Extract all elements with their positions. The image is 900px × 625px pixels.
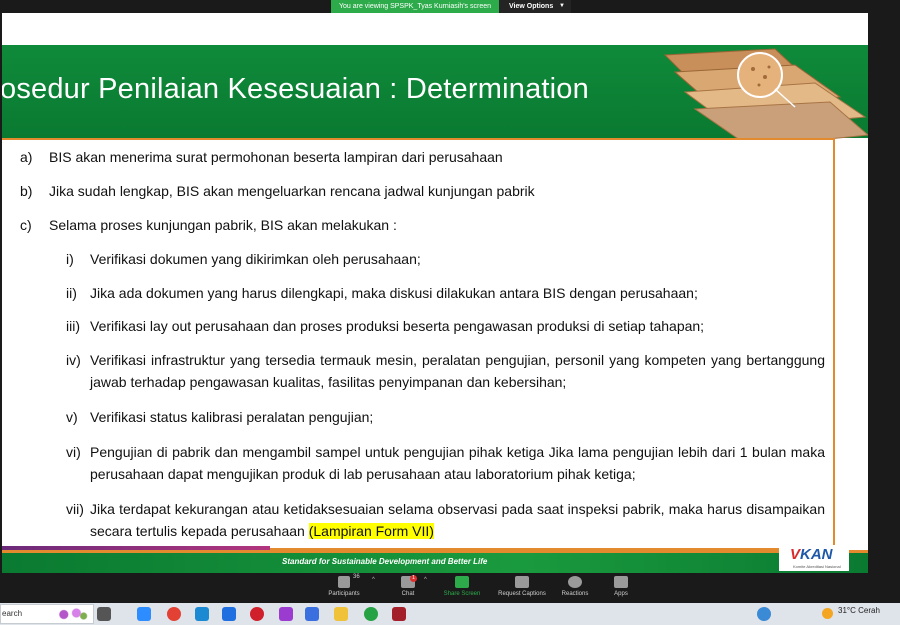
- apps-label: Apps: [614, 591, 628, 597]
- zoom-app-icon[interactable]: [137, 607, 151, 621]
- reactions-icon: [568, 576, 582, 588]
- chevron-down-icon: ▼: [559, 3, 565, 9]
- sub-list-text: Verifikasi dokumen yang dikirimkan oleh …: [90, 251, 421, 267]
- sub-list-marker: iv): [66, 352, 81, 368]
- highlighted-reference: (Lampiran Form VII): [308, 523, 434, 539]
- sub-list-text: Jika ada dokumen yang harus dilengkapi, …: [90, 285, 698, 301]
- participants-icon: [338, 576, 350, 588]
- sub-list-text: Jika terdapat kekurangan atau ketidakses…: [90, 498, 825, 542]
- chat-unread-badge: 1: [410, 575, 417, 582]
- taskbar-search[interactable]: earch: [0, 604, 94, 624]
- sub-list-text: Pengujian di pabrik dan mengambil sampel…: [90, 444, 825, 482]
- kan-logo-mark: V: [790, 546, 801, 563]
- screen-edge-left: [0, 13, 2, 573]
- apps-icon: [614, 576, 628, 588]
- sub-list-marker: iii): [66, 318, 80, 334]
- media-icon[interactable]: [305, 607, 319, 621]
- share-screen-icon: [455, 576, 469, 588]
- plywood-illustration: [655, 47, 868, 147]
- search-text: earch: [2, 609, 23, 618]
- apps-button[interactable]: Apps: [606, 573, 636, 603]
- view-options-label: View Options: [509, 3, 554, 10]
- viewing-screen-banner: You are viewing SPSPK_Tyas Kurniasih's s…: [331, 0, 499, 13]
- footer-slogan: Standard for Sustainable Development and…: [282, 557, 488, 566]
- chrome-icon[interactable]: [167, 607, 181, 621]
- app-red-icon[interactable]: [392, 607, 406, 621]
- reactions-button[interactable]: Reactions: [558, 573, 592, 603]
- share-screen-label: Share Screen: [443, 591, 481, 597]
- slide-title: osedur Penilaian Kesesuaian : Determinat…: [0, 73, 589, 105]
- list-marker: b): [20, 183, 33, 199]
- sub-list-marker: v): [66, 409, 78, 425]
- list-text: Jika sudah lengkap, BIS akan mengeluarka…: [49, 183, 535, 199]
- kan-logo-text: VKAN: [790, 546, 833, 563]
- list-marker: a): [20, 149, 33, 165]
- sub-list-text: Verifikasi infrastruktur yang tersedia t…: [90, 352, 825, 390]
- weather-icon: [822, 608, 833, 619]
- chat-menu-caret[interactable]: ^: [424, 577, 427, 583]
- sub-list-text-main: Jika terdapat kekurangan atau ketidakses…: [90, 501, 825, 539]
- participants-label: Participants: [328, 591, 360, 597]
- sub-list-marker: vii): [66, 501, 84, 517]
- list-text: Selama proses kunjungan pabrik, BIS akan…: [49, 217, 397, 233]
- sub-list-marker: vi): [66, 444, 81, 460]
- sub-list-text: Verifikasi lay out perusahaan dan proses…: [90, 318, 705, 334]
- view-options-button[interactable]: View Options ▼: [499, 0, 571, 13]
- search-highlight-image: [53, 607, 89, 622]
- app-icon[interactable]: [279, 607, 293, 621]
- captions-icon: [515, 576, 529, 588]
- sub-list-marker: ii): [66, 285, 77, 301]
- file-explorer-icon[interactable]: [334, 607, 348, 621]
- vscode-icon[interactable]: [195, 607, 209, 621]
- request-captions-label: Request Captions: [498, 591, 546, 597]
- help-icon[interactable]: [757, 607, 771, 621]
- slide-footer: Standard for Sustainable Development and…: [0, 553, 868, 573]
- kan-logo-subtitle: Komite Akreditasi Nasional: [793, 564, 841, 569]
- share-screen-button[interactable]: Share Screen: [440, 573, 484, 603]
- task-view-icon[interactable]: [97, 607, 111, 621]
- weather-text[interactable]: 31°C Cerah: [838, 606, 880, 615]
- windows-taskbar: earch 31°C Cerah: [0, 603, 900, 625]
- zoom-top-bar: You are viewing SPSPK_Tyas Kurniasih's s…: [0, 0, 900, 13]
- participants-button[interactable]: 36 Participants: [322, 573, 366, 603]
- participants-count: 36: [353, 574, 360, 580]
- chat-button[interactable]: 1 Chat: [392, 573, 424, 603]
- zoom-toolbar: 36 Participants ^ 1 Chat ^ Share Screen …: [0, 573, 900, 603]
- opera-icon[interactable]: [250, 607, 264, 621]
- request-captions-button[interactable]: Request Captions: [494, 573, 550, 603]
- slide-top-strip: [0, 13, 868, 45]
- whatsapp-icon[interactable]: [364, 607, 378, 621]
- list-text: BIS akan menerima surat permohonan beser…: [49, 149, 503, 165]
- kan-logo: VKAN Komite Akreditasi Nasional: [779, 545, 849, 571]
- chat-label: Chat: [401, 591, 415, 597]
- sub-list-marker: i): [66, 251, 74, 267]
- list-marker: c): [20, 217, 32, 233]
- dropbox-icon[interactable]: [222, 607, 236, 621]
- participants-menu-caret[interactable]: ^: [372, 577, 375, 583]
- sub-list-text: Verifikasi status kalibrasi peralatan pe…: [90, 409, 374, 425]
- reactions-label: Reactions: [561, 591, 589, 597]
- screen-edge-right: [868, 13, 900, 573]
